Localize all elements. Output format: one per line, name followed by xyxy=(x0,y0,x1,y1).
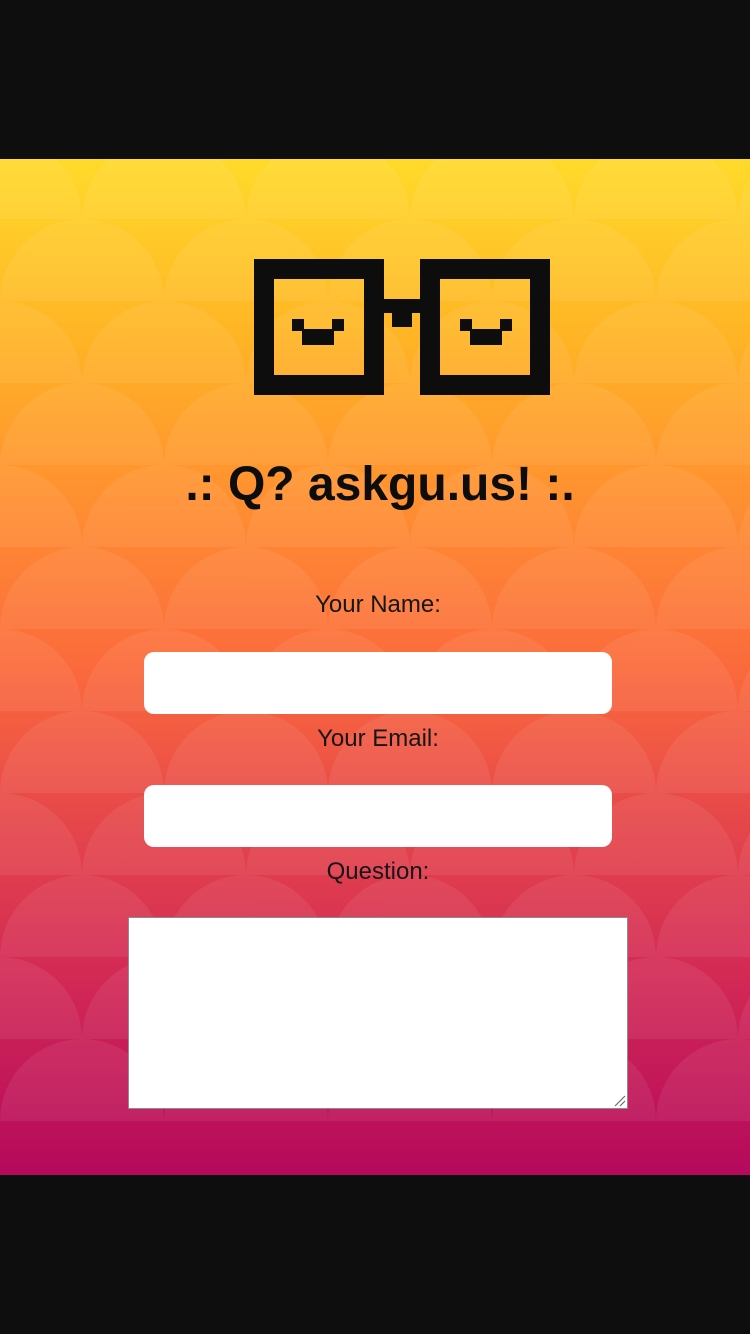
email-field[interactable] xyxy=(144,785,612,847)
page-title: .: Q? askgu.us! :. xyxy=(185,458,575,511)
question-textarea[interactable] xyxy=(128,917,628,1109)
email-label: Your Email: xyxy=(317,725,439,752)
nerd-glasses-icon xyxy=(254,259,550,395)
bottom-letterbox-bar xyxy=(0,1175,750,1334)
name-label: Your Name: xyxy=(315,591,441,618)
question-label: Question: xyxy=(326,858,430,885)
page-content: .: Q? askgu.us! :. Your Name: Your Email… xyxy=(0,159,750,1175)
top-letterbox-bar xyxy=(0,0,750,159)
resize-grip-icon[interactable] xyxy=(612,1093,626,1107)
name-field[interactable] xyxy=(144,652,612,714)
